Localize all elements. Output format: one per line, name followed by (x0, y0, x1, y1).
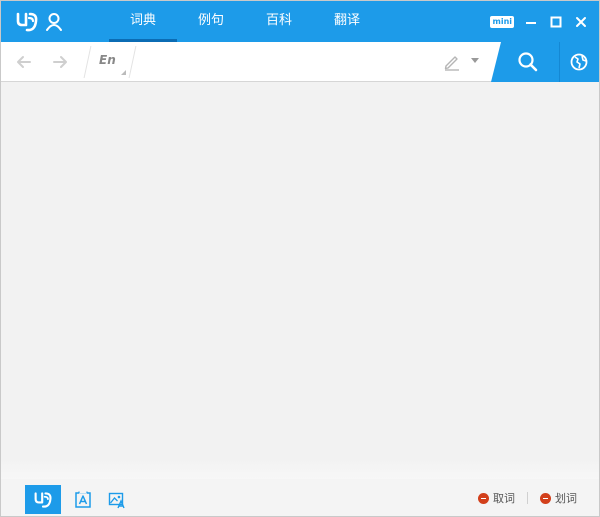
search-input[interactable] (141, 48, 431, 76)
result-area (1, 83, 599, 479)
close-icon[interactable] (573, 14, 589, 30)
arrow-left-icon[interactable] (15, 53, 33, 71)
toggle-label: 取词 (493, 492, 515, 505)
tab-dictionary[interactable]: 词典 (109, 1, 177, 42)
window-controls: mini (490, 12, 589, 32)
globe-icon (570, 53, 588, 71)
language-label[interactable]: En (99, 53, 116, 67)
user-icon[interactable] (45, 12, 63, 32)
arrow-right-icon[interactable] (51, 53, 69, 71)
ocr-button[interactable] (73, 485, 93, 514)
pen-icon[interactable] (443, 53, 461, 71)
mini-mode-button[interactable]: mini (490, 16, 514, 28)
caret-down-icon[interactable] (471, 58, 479, 64)
bottom-bar: 取词 划词 (1, 479, 599, 516)
tab-encyclopedia[interactable]: 百科 (245, 1, 313, 42)
minimize-icon[interactable] (523, 14, 539, 30)
dict-mode-button[interactable] (25, 485, 61, 514)
search-toolbar: En (1, 42, 599, 82)
toggle-label: 划词 (555, 492, 577, 505)
tab-translate[interactable]: 翻译 (313, 1, 381, 42)
ocr-icon (75, 491, 91, 508)
toggle-word-capture[interactable]: 取词 (478, 490, 515, 506)
maximize-icon[interactable] (548, 14, 564, 30)
dictionary-window: 词典 例句 百科 翻译 mini En 取词 划词 (0, 0, 600, 517)
main-tabs: 词典 例句 百科 翻译 (109, 1, 381, 42)
capture-toggles: 取词 划词 (478, 489, 577, 507)
dict-mode-icon (34, 491, 52, 508)
title-bar: 词典 例句 百科 翻译 mini (1, 1, 599, 42)
search-button[interactable] (491, 42, 559, 82)
image-translate-button[interactable] (107, 485, 127, 514)
off-status-icon (540, 492, 551, 504)
tab-examples[interactable]: 例句 (177, 1, 245, 42)
language-corner-icon (121, 70, 126, 75)
image-translate-icon (108, 492, 125, 508)
youdao-logo-icon[interactable] (15, 11, 39, 33)
toggle-selection-capture[interactable]: 划词 (540, 490, 577, 506)
divider (527, 492, 528, 504)
off-status-icon (478, 492, 489, 504)
web-search-button[interactable] (559, 42, 599, 82)
